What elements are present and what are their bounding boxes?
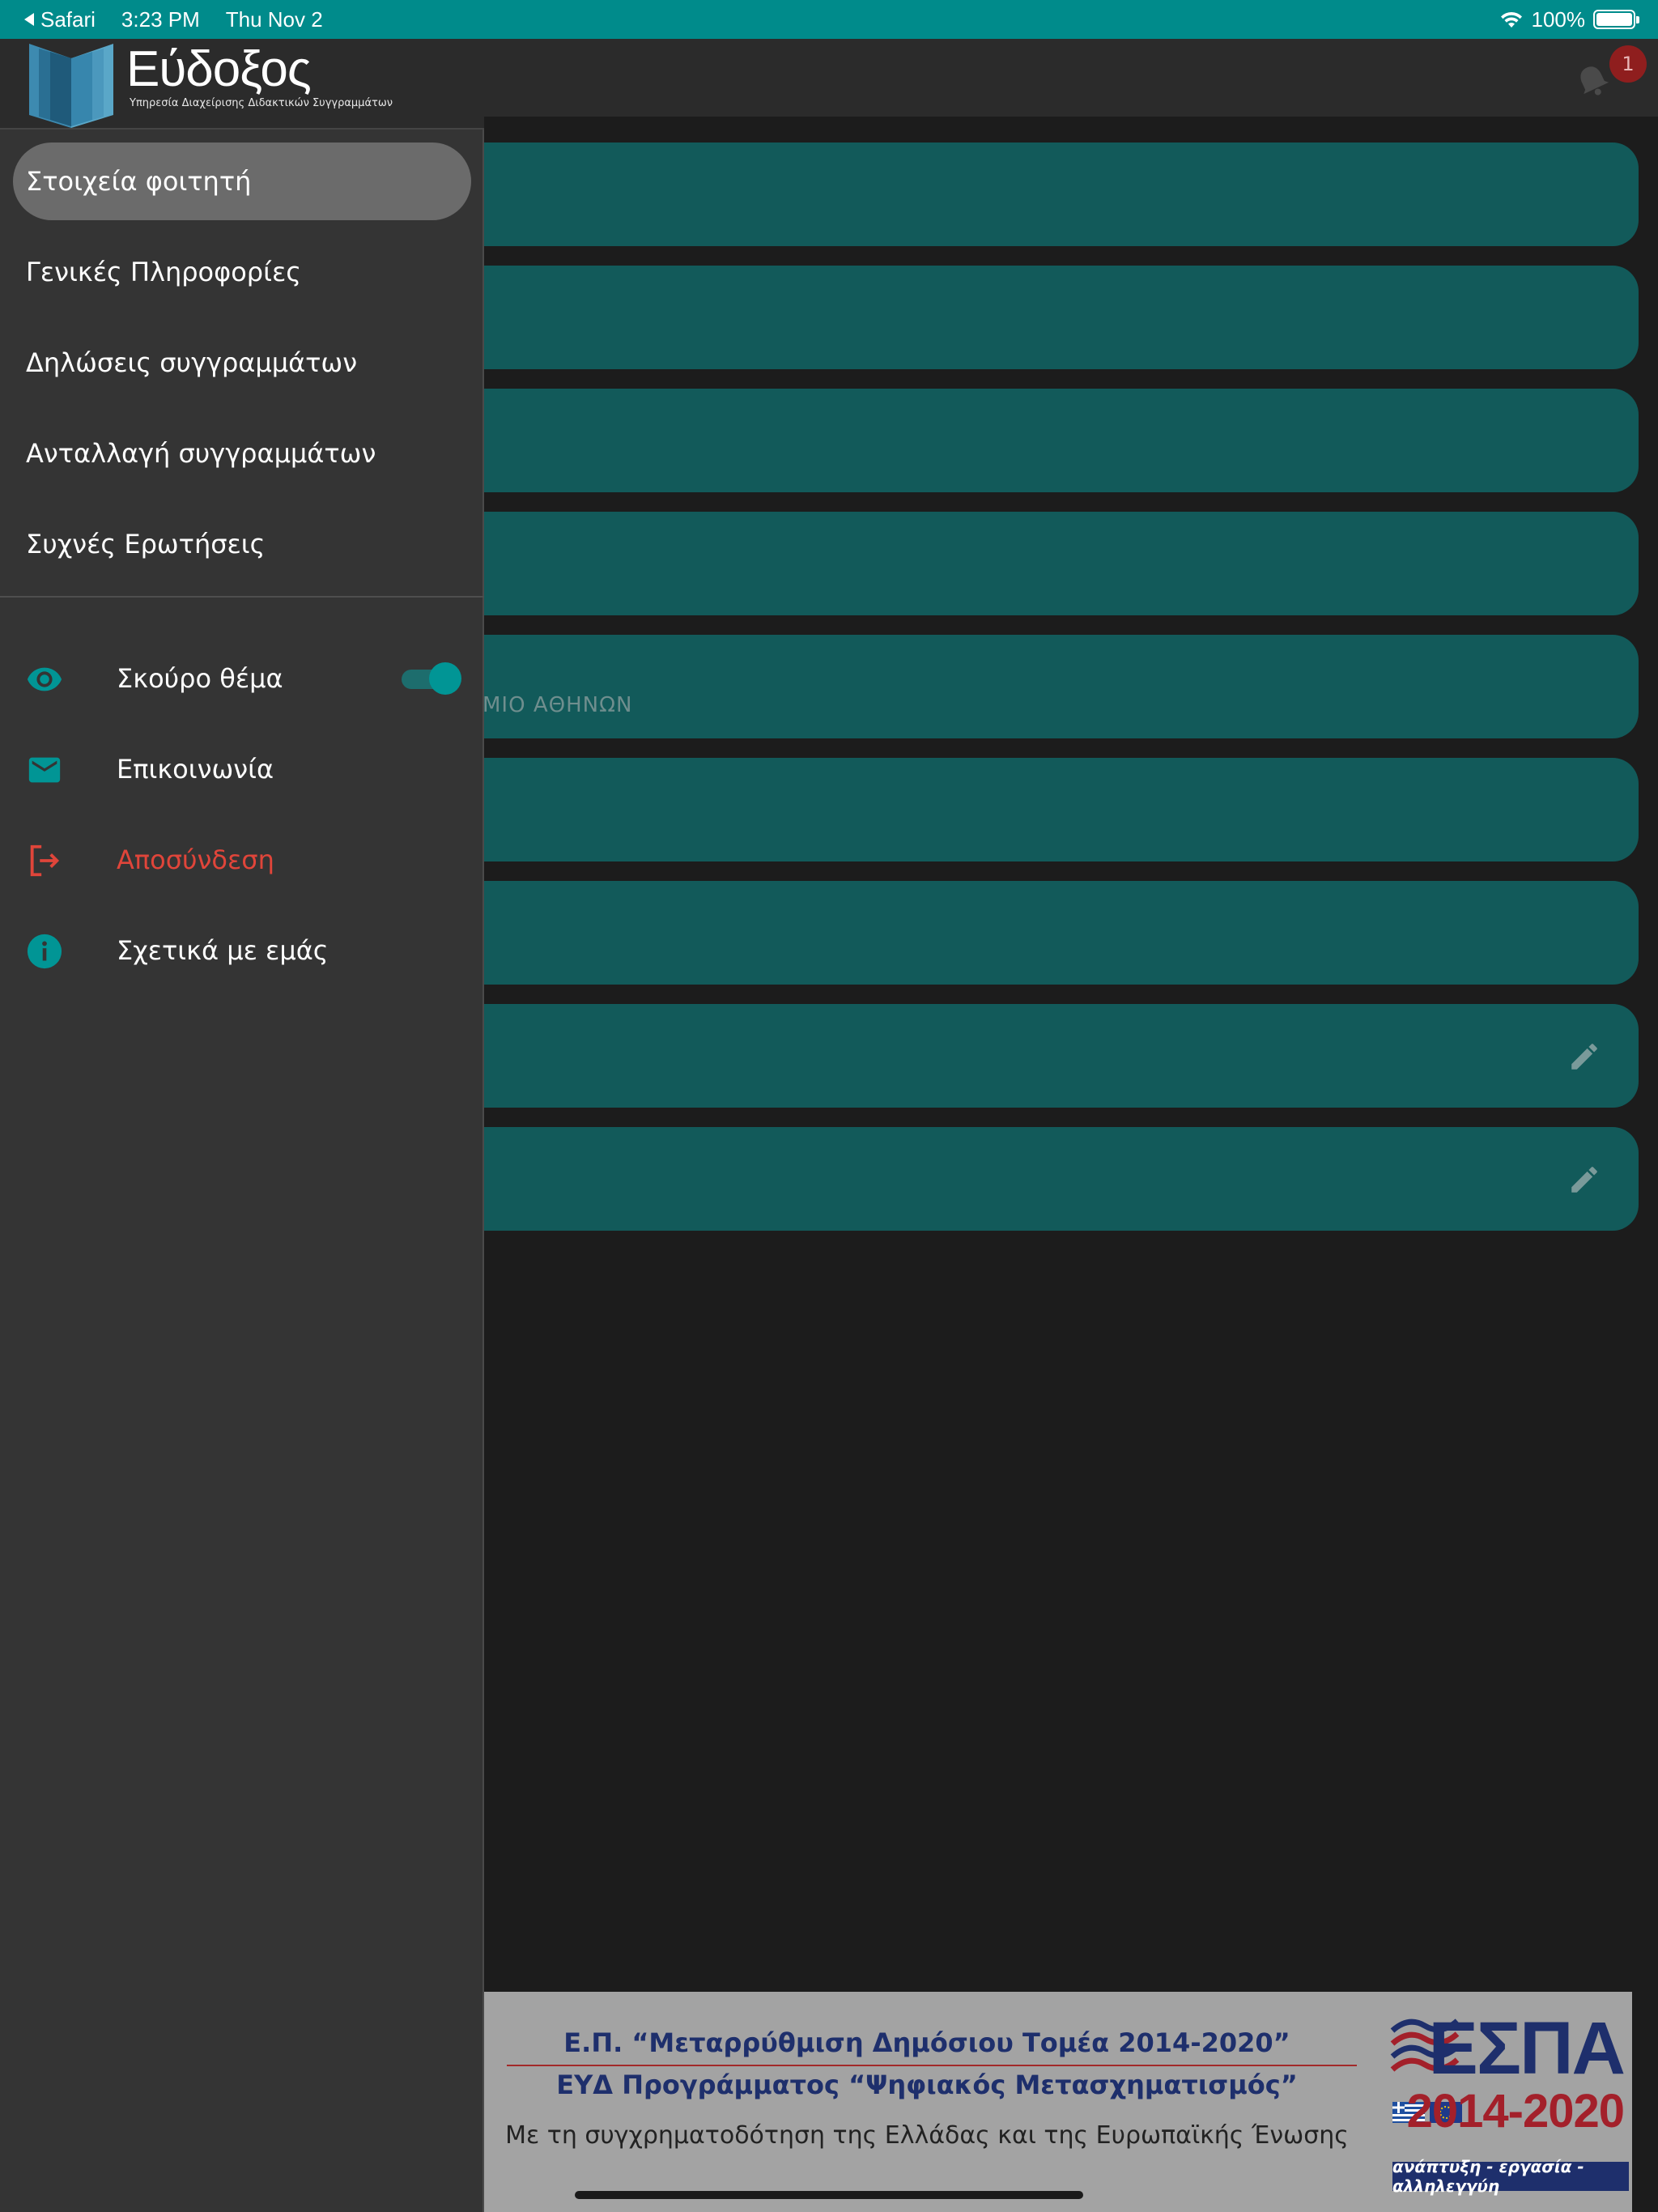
eye-icon xyxy=(27,667,62,691)
banner-line-2: ΕΥΔ Προγράμματος “Ψηφιακός Μετασχηματισμ… xyxy=(556,2069,1298,2100)
back-app-label: Safari xyxy=(40,6,96,32)
contact-item[interactable]: Επικοινωνία xyxy=(0,734,484,805)
espa-tagline: ανάπτυξη - εργασία - αλληλεγγύη xyxy=(1392,2157,1629,2196)
banner-divider xyxy=(507,2065,1357,2066)
drawer-nav: Στοιχεία φοιτητή Γενικές Πληροφορίες Δηλ… xyxy=(0,143,484,596)
notification-bell-icon[interactable] xyxy=(1572,60,1613,100)
drawer-header: Εύδοξος Υπηρεσία Διαχείρισης Διδακτικών … xyxy=(0,39,484,130)
nav-item-faq[interactable]: Συχνές Ερωτήσεις xyxy=(0,505,484,583)
dark-theme-label: Σκούρο θέμα xyxy=(117,663,283,694)
espa-years: 2014-2020 xyxy=(1406,2085,1625,2138)
espa-title: ΕΣΠΑ xyxy=(1428,2007,1626,2090)
status-bar: Safari 3:23 PM Thu Nov 2 100% xyxy=(0,0,1658,39)
status-time: 3:23 PM xyxy=(121,6,200,32)
banner-line-3: Με τη συγχρηματοδότηση της Ελλάδας και τ… xyxy=(505,2121,1349,2150)
nav-item-general-info[interactable]: Γενικές Πληροφορίες xyxy=(0,233,484,311)
mail-icon xyxy=(28,757,61,783)
dark-theme-toggle[interactable] xyxy=(398,661,463,696)
info-icon xyxy=(27,934,62,969)
status-date: Thu Nov 2 xyxy=(225,6,323,32)
about-label: Σχετικά με εμάς xyxy=(117,935,329,966)
logo-title: Εύδοξος xyxy=(126,41,312,97)
about-item[interactable]: Σχετικά με εμάς xyxy=(0,915,484,986)
home-indicator[interactable] xyxy=(575,2191,1083,2199)
back-arrow-icon xyxy=(24,13,34,26)
logo-subtitle: Υπηρεσία Διαχείρισης Διδακτικών Συγγραμμ… xyxy=(130,97,393,109)
back-to-app-button[interactable]: Safari xyxy=(23,7,96,32)
navigation-drawer: Εύδοξος Υπηρεσία Διαχείρισης Διδακτικών … xyxy=(0,39,484,2212)
dark-theme-item[interactable]: Σκούρο θέμα xyxy=(0,643,484,714)
funding-banner: Ε.Π. “Μεταρρύθμιση Δημόσιου Τομέα 2014-2… xyxy=(484,1992,1632,2212)
banner-line-1: Ε.Π. “Μεταρρύθμιση Δημόσιου Τομέα 2014-2… xyxy=(563,2027,1290,2058)
logout-item[interactable]: Αποσύνδεση xyxy=(0,824,484,895)
drawer-actions: Σκούρο θέμα Επικοινωνία Αποσύνδεση Σχετι… xyxy=(0,643,484,1006)
drawer-divider xyxy=(0,596,484,598)
battery-icon xyxy=(1593,10,1639,29)
university-text: ΜΙΟ ΑΘΗΝΩΝ xyxy=(483,693,633,717)
battery-percent: 100% xyxy=(1531,6,1586,32)
logout-label: Αποσύνδεση xyxy=(117,844,274,875)
nav-item-book-exchange[interactable]: Ανταλλαγή συγγραμμάτων xyxy=(0,415,484,492)
nav-item-book-declarations[interactable]: Δηλώσεις συγγραμμάτων xyxy=(0,324,484,402)
logout-icon xyxy=(30,844,60,877)
pencil-icon[interactable] xyxy=(1567,1163,1601,1197)
wifi-icon xyxy=(1500,11,1522,28)
espa-logo: ΕΣΠΑ 2014-2020 xyxy=(1386,2006,1629,2160)
pencil-icon[interactable] xyxy=(1567,1040,1601,1074)
book-logo-icon xyxy=(29,44,113,128)
nav-item-student-details[interactable]: Στοιχεία φοιτητή xyxy=(13,143,471,220)
notification-badge: 1 xyxy=(1609,45,1647,83)
contact-label: Επικοινωνία xyxy=(117,754,274,785)
